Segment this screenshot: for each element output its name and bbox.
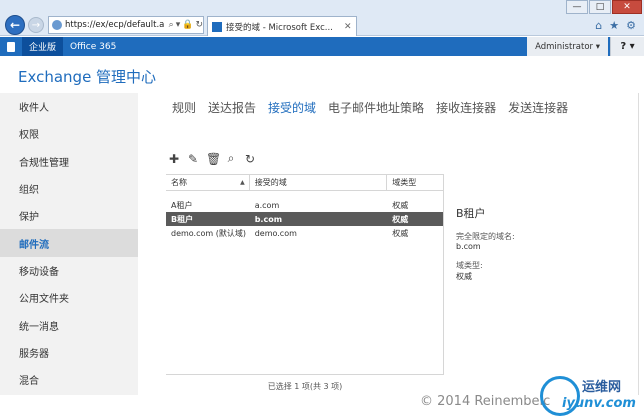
table-row-selected[interactable]: B租户 b.com 权威 [166, 212, 443, 226]
address-url[interactable]: https://ex/ecp/default.a [65, 20, 167, 30]
mail-flow-tabs: 规则 送达报告 接受的域 电子邮件地址策略 接收连接器 发送连接器 [172, 99, 568, 116]
watermark-domain: iyunv.com [562, 396, 636, 411]
browser-tools: ⌂ ★ ⚙ [595, 19, 636, 32]
watermark-copyright: © 2014 Reinembeic [420, 394, 551, 409]
globe-icon [52, 20, 62, 30]
content-divider [638, 93, 639, 395]
cell-name: demo.com (默认域) [171, 228, 246, 238]
list-header: 名称 ▲ 接受的域 域类型 [166, 174, 443, 191]
sidebar-item-protection[interactable]: 保护 [0, 202, 138, 229]
cell-name: A租户 [171, 200, 193, 210]
page-icon [212, 21, 222, 32]
lock-icon: 🔒 [182, 20, 194, 30]
sidebar: 收件人 权限 合规性管理 组织 保护 邮件流 移动设备 公用文件夹 统一消息 服… [0, 93, 138, 395]
details-pane: B租户 完全限定的域名: b.com 域类型: 权威 [456, 205, 626, 291]
minimize-button[interactable]: — [566, 0, 588, 14]
tab-send-connectors[interactable]: 发送连接器 [508, 99, 568, 116]
table-row[interactable]: A租户 a.com 权威 [166, 198, 443, 212]
back-arrow-icon[interactable]: ← [5, 15, 25, 35]
table-row[interactable]: demo.com (默认域) demo.com 权威 [166, 226, 443, 240]
browser-chrome: — □ ✕ ← → https://ex/ecp/default.a ⌕ ▾ 🔒… [0, 0, 644, 36]
settings-gear-icon[interactable]: ⚙ [626, 19, 636, 32]
tab-email-address-policies[interactable]: 电子邮件地址策略 [328, 99, 424, 116]
favorites-icon[interactable]: ★ [609, 19, 619, 32]
tab-receive-connectors[interactable]: 接收连接器 [436, 99, 496, 116]
cell-type: 权威 [392, 200, 409, 210]
fqdn-label: 完全限定的域名: [456, 232, 515, 241]
list-footer-divider [166, 374, 444, 375]
cell-domain: demo.com [254, 228, 297, 238]
add-icon[interactable]: ✚ [168, 152, 180, 166]
cell-type: 权威 [392, 228, 409, 238]
maximize-button[interactable]: □ [589, 0, 611, 14]
refresh-icon[interactable]: ↻ [244, 152, 256, 166]
home-icon[interactable]: ⌂ [595, 19, 602, 32]
toolbar: ✚ ✎ 🗑 ⌕ ↻ [168, 151, 256, 166]
tab-office365[interactable]: Office 365 [63, 37, 123, 56]
sidebar-item-organization[interactable]: 组织 [0, 175, 138, 202]
column-header-name[interactable]: 名称 ▲ [166, 175, 250, 190]
window-controls: — □ ✕ [565, 0, 642, 14]
address-bar[interactable]: https://ex/ecp/default.a ⌕ ▾ 🔒 ↻ [48, 16, 204, 34]
cell-domain: b.com [254, 214, 283, 224]
page-title: Exchange 管理中心 [18, 68, 157, 86]
sidebar-item-public-folders[interactable]: 公用文件夹 [0, 284, 138, 311]
domain-type-label: 域类型: [456, 261, 483, 270]
tab-close-icon[interactable]: ✕ [344, 22, 352, 32]
dropdown-icon[interactable]: ▾ [176, 20, 181, 30]
cell-name: B租户 [171, 214, 194, 224]
edit-icon[interactable]: ✎ [187, 152, 199, 166]
fqdn-value: b.com [456, 242, 481, 251]
sidebar-item-mail-flow[interactable]: 邮件流 [0, 229, 138, 257]
sidebar-item-servers[interactable]: 服务器 [0, 339, 138, 366]
sidebar-item-unified-messaging[interactable]: 统一消息 [0, 311, 138, 338]
watermark-brand: 运维网 [582, 380, 622, 395]
column-header-type[interactable]: 域类型 [387, 175, 443, 190]
forward-arrow-icon[interactable]: → [28, 17, 44, 33]
sidebar-item-permissions[interactable]: 权限 [0, 120, 138, 147]
tab-enterprise[interactable]: 企业版 [22, 37, 64, 56]
delete-icon[interactable]: 🗑 [206, 152, 221, 166]
tab-rules[interactable]: 规则 [172, 99, 196, 116]
browser-tab[interactable]: 接受的域 - Microsoft Exc... ✕ [207, 16, 357, 36]
column-label: 名称 [171, 178, 187, 187]
details-title: B租户 [456, 207, 486, 220]
sidebar-item-recipients[interactable]: 收件人 [0, 93, 138, 120]
tab-label: 接受的域 - Microsoft Exc... [226, 22, 333, 33]
help-menu[interactable]: ? ▾ [610, 37, 644, 56]
close-button[interactable]: ✕ [612, 0, 642, 14]
domain-type-value: 权威 [456, 272, 472, 281]
tab-accepted-domains[interactable]: 接受的域 [268, 99, 316, 116]
column-header-domain[interactable]: 接受的域 [250, 175, 388, 190]
sidebar-item-compliance[interactable]: 合规性管理 [0, 148, 138, 175]
sidebar-item-mobile[interactable]: 移动设备 [0, 257, 138, 284]
sidebar-item-hybrid[interactable]: 混合 [0, 366, 138, 393]
cell-domain: a.com [254, 200, 280, 210]
top-bar: 企业版 Office 365 Administrator ▾ ? ▾ [0, 37, 644, 56]
search-icon[interactable]: ⌕ [169, 20, 174, 30]
user-menu[interactable]: Administrator ▾ [527, 37, 608, 56]
sort-ascending-icon: ▲ [240, 179, 245, 186]
accepted-domains-list: 名称 ▲ 接受的域 域类型 A租户 a.com 权威 B租户 b.com 权威 … [166, 174, 444, 374]
cell-type: 权威 [392, 214, 409, 224]
refresh-icon[interactable]: ↻ [195, 20, 203, 30]
watermark: © 2014 Reinembeic 运维网 iyunv.com [402, 376, 642, 416]
office-logo-icon [0, 37, 22, 56]
tab-delivery-reports[interactable]: 送达报告 [208, 99, 256, 116]
search-icon[interactable]: ⌕ [225, 151, 237, 166]
